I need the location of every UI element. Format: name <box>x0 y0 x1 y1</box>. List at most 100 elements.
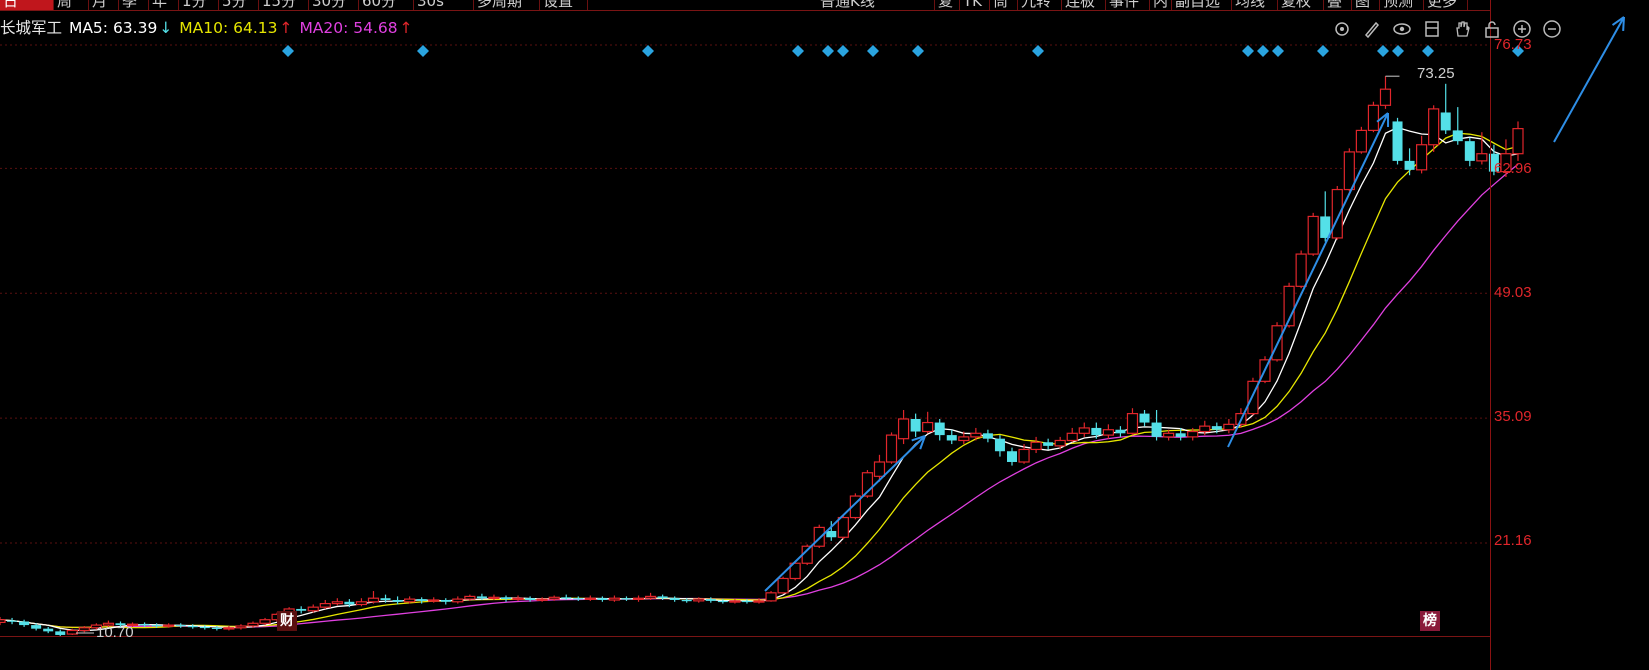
candle <box>512 595 524 601</box>
trend-arrow-2 <box>1227 112 1390 448</box>
ranking-event-marker[interactable]: 榜 <box>1420 611 1440 631</box>
candle <box>621 596 632 601</box>
candle <box>0 617 6 626</box>
candle <box>669 596 680 602</box>
finance-event-marker[interactable]: 财 <box>277 611 297 631</box>
trend-arrow-1 <box>764 435 926 592</box>
high-price-label: 73.25 <box>1417 65 1455 82</box>
price-axis-divider <box>1490 0 1491 670</box>
candle <box>1126 408 1139 436</box>
candle <box>970 427 982 441</box>
candle <box>1355 126 1367 154</box>
candle <box>1440 83 1451 134</box>
lock-icon[interactable] <box>1481 18 1503 40</box>
event-diamond <box>1377 45 1389 57</box>
candle <box>296 606 307 614</box>
candle <box>501 595 511 602</box>
printer-icon[interactable] <box>1421 18 1443 40</box>
candle <box>1139 410 1150 427</box>
hand-icon[interactable] <box>1451 18 1473 40</box>
candle <box>1476 132 1488 165</box>
candle <box>307 604 319 613</box>
candle <box>43 626 54 634</box>
event-diamond <box>1392 45 1404 57</box>
candle <box>7 617 18 625</box>
event-diamond <box>1422 45 1434 57</box>
eye-icon[interactable] <box>1391 18 1413 40</box>
gear-icon[interactable] <box>1331 18 1353 40</box>
candle <box>1295 250 1307 289</box>
pen-icon[interactable] <box>1361 18 1383 40</box>
candle <box>331 598 343 606</box>
price-tick-2: 62.96 <box>1494 160 1532 177</box>
candle <box>584 595 596 601</box>
ma10-line <box>0 132 1519 629</box>
candle <box>632 595 645 602</box>
event-diamond <box>1272 45 1284 57</box>
event-diamond <box>282 45 294 57</box>
ma5-line <box>0 126 1519 632</box>
event-diamond <box>417 45 429 57</box>
event-diamond <box>837 45 849 57</box>
kline-chart[interactable] <box>0 0 1649 670</box>
candle <box>1404 148 1415 176</box>
candle <box>175 623 186 628</box>
candle <box>1392 117 1403 165</box>
candle <box>573 596 584 601</box>
candle <box>19 619 30 627</box>
candle <box>1043 438 1054 450</box>
price-tick-5: 21.16 <box>1494 532 1532 549</box>
candle <box>1007 447 1017 466</box>
candle <box>922 411 934 434</box>
candle <box>765 591 777 602</box>
candle <box>367 591 380 604</box>
candle <box>777 576 789 594</box>
candle <box>1428 105 1440 152</box>
zoom-in-icon[interactable] <box>1511 18 1533 40</box>
event-diamond <box>642 45 654 57</box>
trend-arrow-3 <box>1553 16 1625 143</box>
candle <box>1379 76 1392 109</box>
price-tick-3: 49.03 <box>1494 284 1532 301</box>
price-tick-4: 35.09 <box>1494 408 1532 425</box>
candle <box>1307 212 1319 256</box>
event-diamond <box>1242 45 1254 57</box>
bottom-divider <box>0 636 1490 637</box>
candle <box>1102 424 1114 439</box>
candle <box>1223 418 1235 434</box>
event-diamond <box>867 45 879 57</box>
candle <box>982 429 993 443</box>
candle <box>1054 436 1066 450</box>
candle <box>319 599 331 609</box>
candle <box>1066 427 1078 443</box>
candle <box>597 596 608 602</box>
candle <box>910 413 921 437</box>
candle <box>355 598 368 607</box>
candle <box>1115 426 1126 437</box>
event-diamond <box>1257 45 1269 57</box>
candle <box>235 624 247 630</box>
candle <box>1367 101 1380 133</box>
event-diamond <box>792 45 804 57</box>
zoom-out-icon[interactable] <box>1541 18 1563 40</box>
candle <box>1452 107 1463 145</box>
event-diamond <box>1317 45 1329 57</box>
candle <box>1078 422 1090 437</box>
candle <box>885 432 898 464</box>
candle <box>440 598 451 605</box>
candle <box>452 596 464 604</box>
candle <box>1416 135 1428 174</box>
candle <box>934 418 945 441</box>
candle <box>1464 137 1475 167</box>
candle <box>897 410 910 445</box>
candle <box>994 435 1005 457</box>
event-diamond <box>822 45 834 57</box>
candle <box>946 429 957 445</box>
candle <box>1320 191 1331 242</box>
candle <box>1030 436 1042 454</box>
candle <box>608 595 621 602</box>
event-diamond <box>1032 45 1044 57</box>
candle <box>861 470 874 498</box>
low-price-label: 10.70 <box>96 624 134 641</box>
event-diamond <box>912 45 924 57</box>
